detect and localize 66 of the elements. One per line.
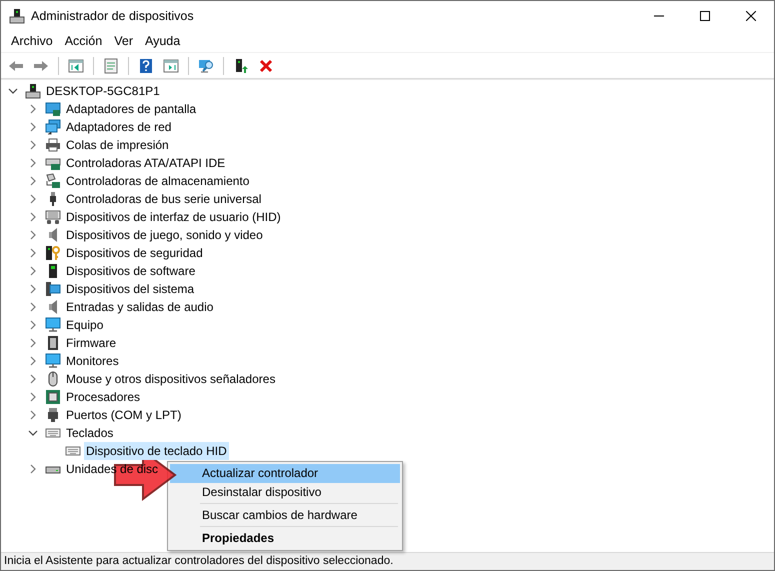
expand-chevron-icon[interactable]: [28, 140, 38, 150]
tree-item[interactable]: Teclados: [64, 424, 116, 442]
display-adapter-icon: [45, 101, 61, 117]
tree-item[interactable]: DESKTOP-5GC81P1: [44, 82, 162, 100]
menu-item[interactable]: Actualizar controlador: [170, 464, 400, 483]
tree-item[interactable]: Controladoras ATA/ATAPI IDE: [64, 154, 228, 172]
expand-chevron-icon[interactable]: [28, 176, 38, 186]
expand-chevron-icon[interactable]: [28, 302, 38, 312]
printer-icon: [45, 137, 61, 153]
expand-chevron-icon[interactable]: [28, 374, 38, 384]
tree-item[interactable]: Dispositivos de software: [64, 262, 198, 280]
expand-chevron-icon[interactable]: [28, 284, 38, 294]
menu-item[interactable]: Buscar cambios de hardware: [170, 506, 400, 525]
hid-device-icon: [45, 209, 61, 225]
expand-chevron-icon[interactable]: [28, 266, 38, 276]
menu-item[interactable]: Ayuda: [138, 30, 186, 53]
tree-item[interactable]: Colas de impresión: [64, 136, 171, 154]
tree-item[interactable]: Puertos (COM y LPT): [64, 406, 184, 424]
tree-item[interactable]: Dispositivo de teclado HID: [84, 442, 229, 460]
tree-item[interactable]: Equipo: [64, 316, 106, 334]
expand-chevron-icon[interactable]: [28, 464, 38, 474]
monitor-icon: [45, 317, 61, 333]
menu-item[interactable]: Archivo: [5, 30, 59, 53]
expand-chevron-icon[interactable]: [28, 356, 38, 366]
menu-item[interactable]: Desinstalar dispositivo: [170, 483, 400, 502]
expand-chevron-icon[interactable]: [28, 194, 38, 204]
tree-item[interactable]: Procesadores: [64, 388, 142, 406]
expand-chevron-icon[interactable]: [28, 212, 38, 222]
processor-icon: [45, 389, 61, 405]
menu-item[interactable]: Acción: [58, 30, 108, 53]
expand-chevron-icon[interactable]: [28, 338, 38, 348]
status-text: Inicia el Asistente para actualizar controladores del dispositivo seleccionado.: [1, 552, 774, 570]
tree-item[interactable]: Dispositivos de juego, sonido y video: [64, 226, 265, 244]
monitor-icon: [45, 353, 61, 369]
tree-item[interactable]: Adaptadores de red: [64, 118, 174, 136]
app-icon: [9, 8, 25, 24]
tree-item[interactable]: Mouse y otros dispositivos señaladores: [64, 370, 278, 388]
tree-item[interactable]: Dispositivos del sistema: [64, 280, 196, 298]
expand-chevron-icon[interactable]: [28, 392, 38, 402]
tree-item[interactable]: Entradas y salidas de audio: [64, 298, 216, 316]
expand-chevron-icon[interactable]: [28, 230, 38, 240]
system-device-icon: [45, 281, 61, 297]
security-device-icon: [45, 245, 61, 261]
collapse-chevron-icon[interactable]: [28, 428, 38, 438]
menu-item[interactable]: Propiedades: [170, 529, 400, 548]
computer-icon: [25, 83, 41, 99]
expand-chevron-icon[interactable]: [28, 248, 38, 258]
tree-item[interactable]: Controladoras de bus serie universal: [64, 190, 264, 208]
tree-item[interactable]: Controladoras de almacenamiento: [64, 172, 252, 190]
expand-chevron-icon[interactable]: [28, 104, 38, 114]
tree-item[interactable]: Dispositivos de seguridad: [64, 244, 205, 262]
expand-chevron-icon[interactable]: [28, 320, 38, 330]
expand-chevron-icon[interactable]: [28, 158, 38, 168]
network-icon: [45, 119, 61, 135]
expand-chevron-icon[interactable]: [28, 410, 38, 420]
chip-icon: [45, 335, 61, 351]
port-icon: [45, 407, 61, 423]
expand-chevron-icon[interactable]: [28, 122, 38, 132]
tree-item[interactable]: Firmware: [64, 334, 118, 352]
storage-controller-icon: [45, 173, 61, 189]
tree-item[interactable]: Dispositivos de interfaz de usuario (HID): [64, 208, 283, 226]
menu-item[interactable]: Ver: [108, 30, 139, 53]
tree-item[interactable]: Adaptadores de pantalla: [64, 100, 198, 118]
window-title: Administrador de dispositivos: [31, 8, 195, 25]
tree-item[interactable]: Monitores: [64, 352, 121, 370]
collapse-chevron-icon[interactable]: [8, 86, 18, 96]
